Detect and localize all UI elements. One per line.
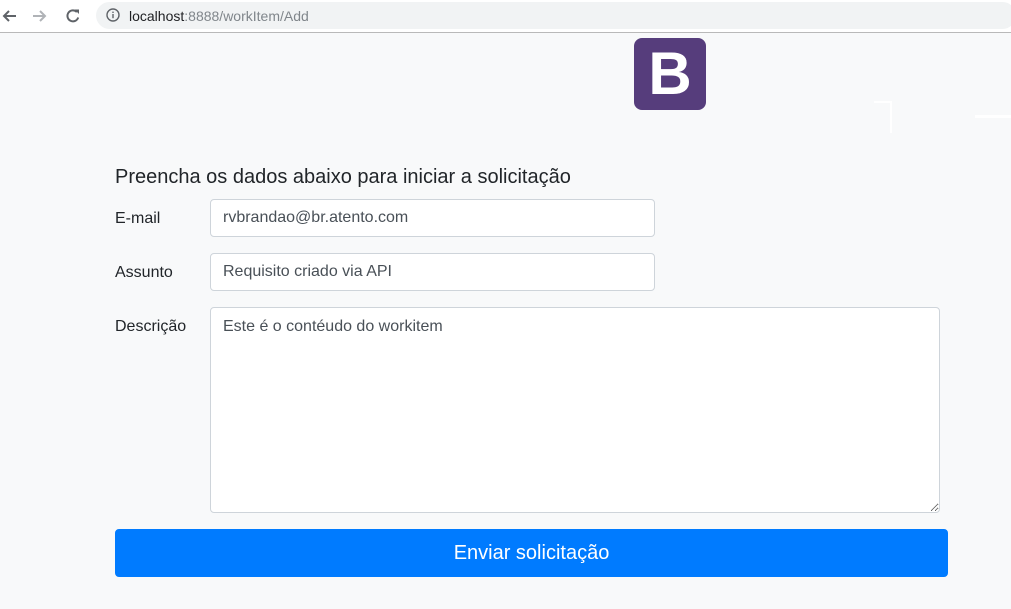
email-field[interactable] xyxy=(210,199,655,237)
reload-button[interactable] xyxy=(61,4,85,28)
email-label: E-mail xyxy=(115,210,161,227)
reload-icon xyxy=(66,9,80,23)
submit-button[interactable]: Enviar solicitação xyxy=(115,529,948,577)
address-bar[interactable]: localhost:8888/workItem/Add xyxy=(96,2,1011,29)
decorative-line xyxy=(975,115,1011,118)
arrow-left-icon xyxy=(2,10,16,22)
back-button[interactable] xyxy=(0,4,21,28)
url-text[interactable]: localhost:8888/workItem/Add xyxy=(129,8,309,24)
decorative-corner xyxy=(874,101,892,133)
info-icon[interactable] xyxy=(106,8,120,22)
form-title: Preencha os dados abaixo para iniciar a … xyxy=(115,166,571,188)
description-textarea[interactable]: Este é o contéudo do workitem xyxy=(210,307,940,513)
subject-label: Assunto xyxy=(115,264,173,281)
url-host: localhost xyxy=(129,8,185,24)
forward-button[interactable] xyxy=(28,4,52,28)
browser-toolbar: localhost:8888/workItem/Add xyxy=(0,0,1011,33)
arrow-right-icon xyxy=(33,10,47,22)
url-path: :8888/workItem/Add xyxy=(184,8,309,24)
subject-field[interactable] xyxy=(210,253,655,291)
bootstrap-logo: B xyxy=(634,38,706,110)
description-label: Descrição xyxy=(115,318,187,335)
